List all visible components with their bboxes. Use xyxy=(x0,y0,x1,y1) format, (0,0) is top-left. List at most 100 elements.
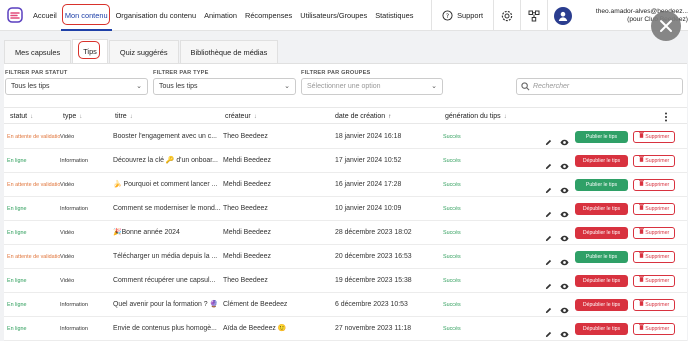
row-statut: En ligne xyxy=(7,206,27,212)
nav-animation[interactable]: Animation xyxy=(200,0,241,31)
filter-statut-value: Tous les tips xyxy=(11,83,50,90)
tab-bibliotheque[interactable]: Bibliothèque de médias xyxy=(179,40,279,63)
tab-quiz-suggeres[interactable]: Quiz suggérés xyxy=(108,40,179,63)
delete-button[interactable]: Supprimer xyxy=(633,131,675,143)
row-titre[interactable]: Booster l'engagement avec un c... xyxy=(113,125,223,149)
search-icon xyxy=(521,82,530,91)
nav-organisation[interactable]: Organisation du contenu xyxy=(112,0,201,31)
sort-icon: ↓ xyxy=(30,114,34,120)
row-statut: En attente de validatio xyxy=(7,254,61,260)
table-row[interactable]: En ligne Information Quel avenir pour la f… xyxy=(4,293,687,317)
col-createur[interactable]: créateur ↓ xyxy=(225,108,257,125)
publish-button[interactable]: Publier le tips xyxy=(575,179,628,191)
delete-button[interactable]: Supprimer xyxy=(633,299,675,311)
filter-groupes-placeholder: Sélectionner une option xyxy=(307,83,381,90)
support-button[interactable]: ? Support xyxy=(432,10,493,21)
row-titre[interactable]: Envie de contenus plus homogè... xyxy=(113,317,223,341)
table-row[interactable]: En ligne Information Comment se moderniser… xyxy=(4,197,687,221)
table-row[interactable]: En attente de validatio Vidéo Booster l'en… xyxy=(4,125,687,149)
filter-statut-select[interactable]: Tous les tips ⌄ xyxy=(5,78,148,95)
table-row[interactable]: En ligne Information Envie de contenus plu… xyxy=(4,317,687,341)
row-titre[interactable]: Comment se moderniser le mond... xyxy=(113,197,223,221)
row-date: 19 décembre 2023 15:38 xyxy=(335,277,412,284)
col-date[interactable]: date de création ↑ xyxy=(335,108,391,125)
unpublish-button[interactable]: Dépublier le tips xyxy=(575,203,628,215)
unpublish-button[interactable]: Dépublier le tips xyxy=(575,227,628,239)
trash-icon xyxy=(638,300,644,308)
sort-asc-icon: ↑ xyxy=(388,114,392,120)
row-titre[interactable]: Comment récupérer une capsul... xyxy=(113,269,223,293)
row-createur: Mehdi Beedeez xyxy=(223,229,271,236)
row-createur: Mehdi Beedeez xyxy=(223,181,271,188)
col-statut-label: statut xyxy=(10,113,28,120)
sort-icon: ↓ xyxy=(129,114,133,120)
delete-button[interactable]: Supprimer xyxy=(633,203,675,215)
row-date: 18 janvier 2024 16:18 xyxy=(335,133,402,140)
table-row[interactable]: En ligne Vidéo 🎉Bonne année 2024 Mehdi Beed… xyxy=(4,221,687,245)
publish-button[interactable]: Publier le tips xyxy=(575,131,628,143)
row-generation: Succès xyxy=(443,278,461,284)
nav-statistiques[interactable]: Statistiques xyxy=(371,0,417,31)
row-statut: En ligne xyxy=(7,230,27,236)
col-type[interactable]: type ↓ xyxy=(63,108,82,125)
col-statut[interactable]: statut ↓ xyxy=(10,108,33,125)
table-row[interactable]: En ligne Vidéo Comment récupérer une capsu… xyxy=(4,269,687,293)
nav-mon-contenu[interactable]: Mon contenu xyxy=(60,0,112,31)
row-date: 10 janvier 2024 10:09 xyxy=(335,205,402,212)
support-label: Support xyxy=(457,11,483,20)
nav-accueil[interactable]: Accueil xyxy=(29,0,61,31)
column-options-button[interactable] xyxy=(664,108,668,125)
nav-utilisateurs[interactable]: Utilisateurs/Groupes xyxy=(296,0,371,31)
table-row[interactable]: En attente de validatio Vidéo Télécharger … xyxy=(4,245,687,269)
table-row[interactable]: En attente de validatio Vidéo 🍌 Pourquoi e… xyxy=(4,173,687,197)
eye-icon[interactable] xyxy=(560,325,569,341)
delete-label: Supprimer xyxy=(645,302,670,308)
publish-button[interactable]: Publier le tips xyxy=(575,251,628,263)
unpublish-button[interactable]: Dépublier le tips xyxy=(575,155,628,167)
sort-icon: ↓ xyxy=(253,114,257,120)
row-statut: En ligne xyxy=(7,158,27,164)
beedeez-logo[interactable] xyxy=(4,0,26,31)
row-createur: Mehdi Beedeez xyxy=(223,253,271,260)
table-row[interactable]: En ligne Information Découvrez la clé 🔑 d'… xyxy=(4,149,687,173)
search-input[interactable]: Rechercher xyxy=(516,78,683,95)
chevron-down-icon: ⌄ xyxy=(136,83,142,90)
top-nav: Accueil Mon contenu Organisation du cont… xyxy=(0,0,688,31)
col-generation[interactable]: génération du tips ↓ xyxy=(445,108,507,125)
filter-groupes-select[interactable]: Sélectionner une option ⌄ xyxy=(301,78,443,95)
integrations-button[interactable] xyxy=(521,0,547,31)
delete-button[interactable]: Supprimer xyxy=(633,251,675,263)
delete-button[interactable]: Supprimer xyxy=(633,323,675,335)
delete-button[interactable]: Supprimer xyxy=(633,227,675,239)
settings-button[interactable] xyxy=(494,0,520,31)
row-titre[interactable]: Découvrez la clé 🔑 d'un onboar... xyxy=(113,149,223,173)
row-generation: Succès xyxy=(443,230,461,236)
row-generation: Succès xyxy=(443,134,461,140)
filter-type-select[interactable]: Tous les tips ⌄ xyxy=(153,78,296,95)
unpublish-button[interactable]: Dépublier le tips xyxy=(575,323,628,335)
unpublish-button[interactable]: Dépublier le tips xyxy=(575,299,628,311)
tab-mes-capsules[interactable]: Mes capsules xyxy=(4,40,72,63)
col-titre[interactable]: titre ↓ xyxy=(115,108,133,125)
close-button[interactable] xyxy=(651,11,681,41)
row-titre[interactable]: 🍌 Pourquoi et comment lancer ... xyxy=(113,173,223,197)
row-statut: En ligne xyxy=(7,278,27,284)
row-createur: Clément de Beedeez xyxy=(223,301,288,308)
delete-button[interactable]: Supprimer xyxy=(633,155,675,167)
tab-tips[interactable]: Tips xyxy=(72,39,108,63)
delete-button[interactable]: Supprimer xyxy=(633,275,675,287)
delete-button[interactable]: Supprimer xyxy=(633,179,675,191)
row-titre[interactable]: 🎉Bonne année 2024 xyxy=(113,221,223,245)
filter-type-value: Tous les tips xyxy=(159,83,198,90)
filter-groupes-label: FILTRER PAR GROUPES xyxy=(301,70,371,76)
row-createur: Theo Beedeez xyxy=(223,133,268,140)
edit-icon[interactable] xyxy=(545,325,552,341)
nav-recompenses[interactable]: Récompenses xyxy=(241,0,296,31)
sort-icon: ↓ xyxy=(503,114,507,120)
row-type: Information xyxy=(60,326,88,332)
delete-label: Supprimer xyxy=(645,158,670,164)
row-titre[interactable]: Télécharger un média depuis la ... xyxy=(113,245,223,269)
unpublish-button[interactable]: Dépublier le tips xyxy=(575,275,628,287)
row-titre[interactable]: Quel avenir pour la formation ? 🔮 xyxy=(113,293,223,317)
table-header: statut ↓ type ↓ titre ↓ créateur ↓ date de c… xyxy=(4,107,687,124)
